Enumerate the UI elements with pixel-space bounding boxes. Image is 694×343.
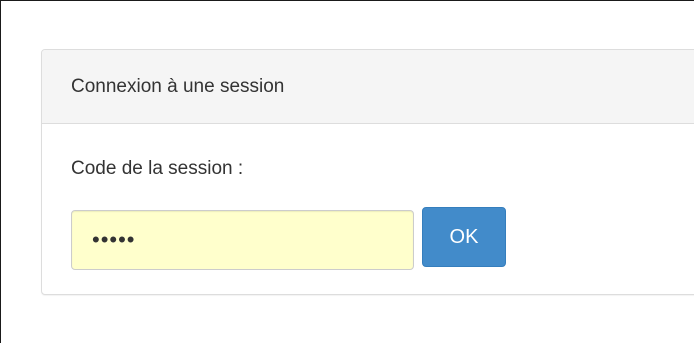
session-code-label: Code de la session : xyxy=(71,158,244,179)
page-frame: Connexion à une session Code de la sessi… xyxy=(0,0,694,343)
session-login-panel: Connexion à une session Code de la sessi… xyxy=(41,49,694,295)
panel-heading: Connexion à une session xyxy=(42,50,694,124)
session-code-input[interactable] xyxy=(71,210,414,270)
ok-button[interactable]: OK xyxy=(422,207,506,267)
panel-title: Connexion à une session xyxy=(71,75,285,97)
panel-body: Code de la session : OK xyxy=(42,124,694,294)
